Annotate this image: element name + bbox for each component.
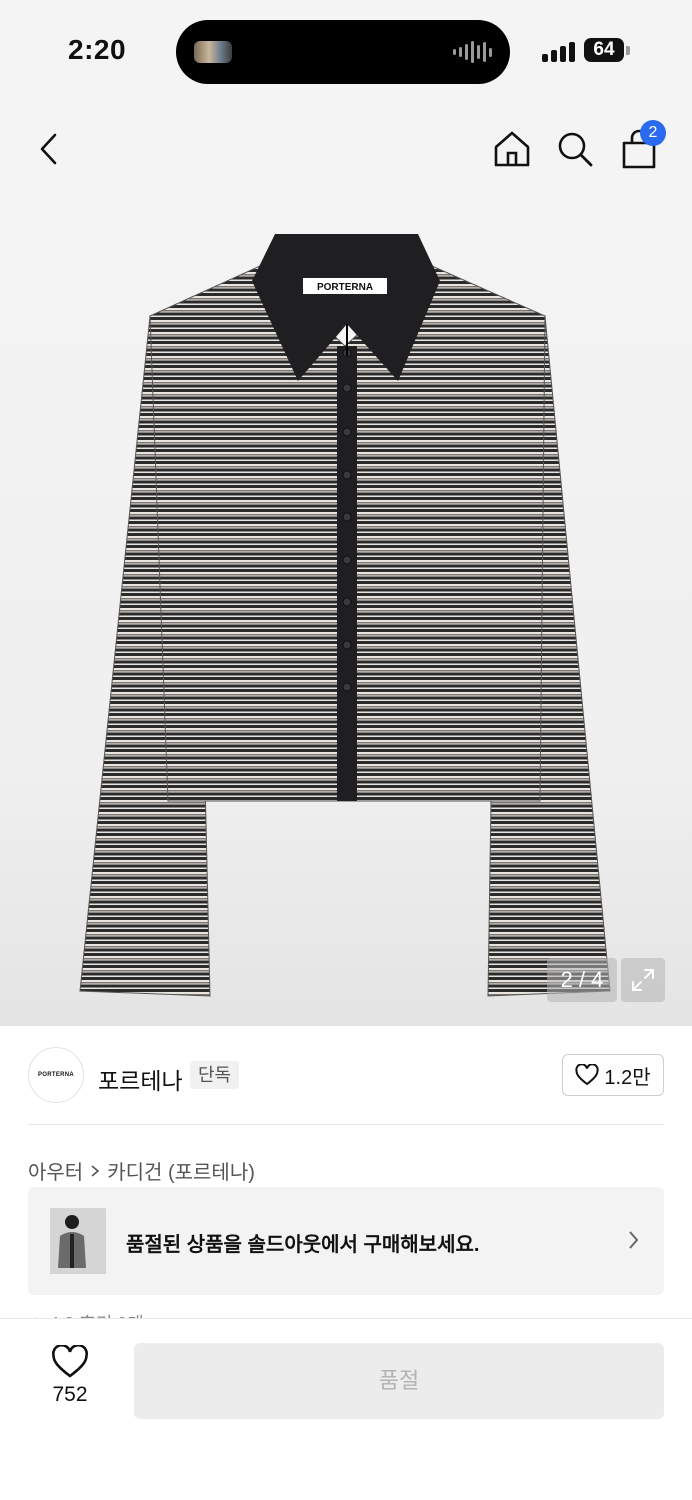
chevron-left-icon [40,133,57,165]
status-bar: 2:20 64 [0,0,692,104]
brand-name[interactable]: 포르테나 [98,1062,183,1096]
breadcrumb-parent[interactable]: 아우터 [28,1156,83,1185]
home-icon [494,131,530,167]
brand-like-count: 1.2만 [604,1066,651,1089]
bottom-action-bar: 752 품절 [0,1318,692,1500]
heart-icon [575,1064,599,1086]
cellular-signal-icon [542,40,575,62]
garment-label-text: PORTERNA [317,282,373,293]
search-icon [558,132,593,167]
breadcrumb: 아우터 카디건 (포르테나) [28,1156,255,1185]
product-image: PORTERNA [79,234,611,997]
back-button[interactable] [24,124,74,174]
dynamic-island [176,20,510,84]
search-button[interactable] [550,124,600,174]
wishlist-button[interactable]: 752 [40,1345,100,1435]
top-nav: 2 [0,104,692,196]
soldout-banner-text: 품절된 상품을 솔드아웃에서 구매해보세요. [126,1234,480,1256]
brand-like-button[interactable]: 1.2만 [562,1054,664,1096]
breadcrumb-child[interactable]: 카디건 (포르테나) [107,1156,255,1185]
brand-row: PORTERNA 포르테나 단독 1.2만 [0,1026,692,1126]
brand-logo[interactable]: PORTERNA [28,1047,84,1103]
sold-out-button[interactable]: 품절 [134,1343,664,1419]
soldout-banner[interactable]: 품절된 상품을 솔드아웃에서 구매해보세요. [28,1187,664,1295]
banner-thumbnail [50,1208,106,1274]
divider [28,1124,664,1125]
exclusive-tag: 단독 [190,1061,240,1089]
cart-count-badge: 2 [640,120,666,146]
home-button[interactable] [487,124,537,174]
now-playing-thumbnail [194,41,232,63]
cart-button[interactable]: 2 [614,120,666,174]
expand-image-button[interactable] [621,958,665,1002]
wishlist-count: 752 [52,1383,88,1406]
expand-icon [632,969,654,991]
heart-icon [52,1345,88,1378]
audio-wave-icon [453,40,492,64]
image-counter: 2 / 4 [547,958,617,1002]
chevron-right-icon [626,1229,640,1256]
product-image-carousel[interactable]: PORTERNA 2 / 4 [0,196,692,1026]
status-time: 2:20 [68,34,127,65]
battery-icon: 64 [584,38,624,62]
battery-tip [626,46,630,55]
chevron-right-icon [91,1164,100,1177]
